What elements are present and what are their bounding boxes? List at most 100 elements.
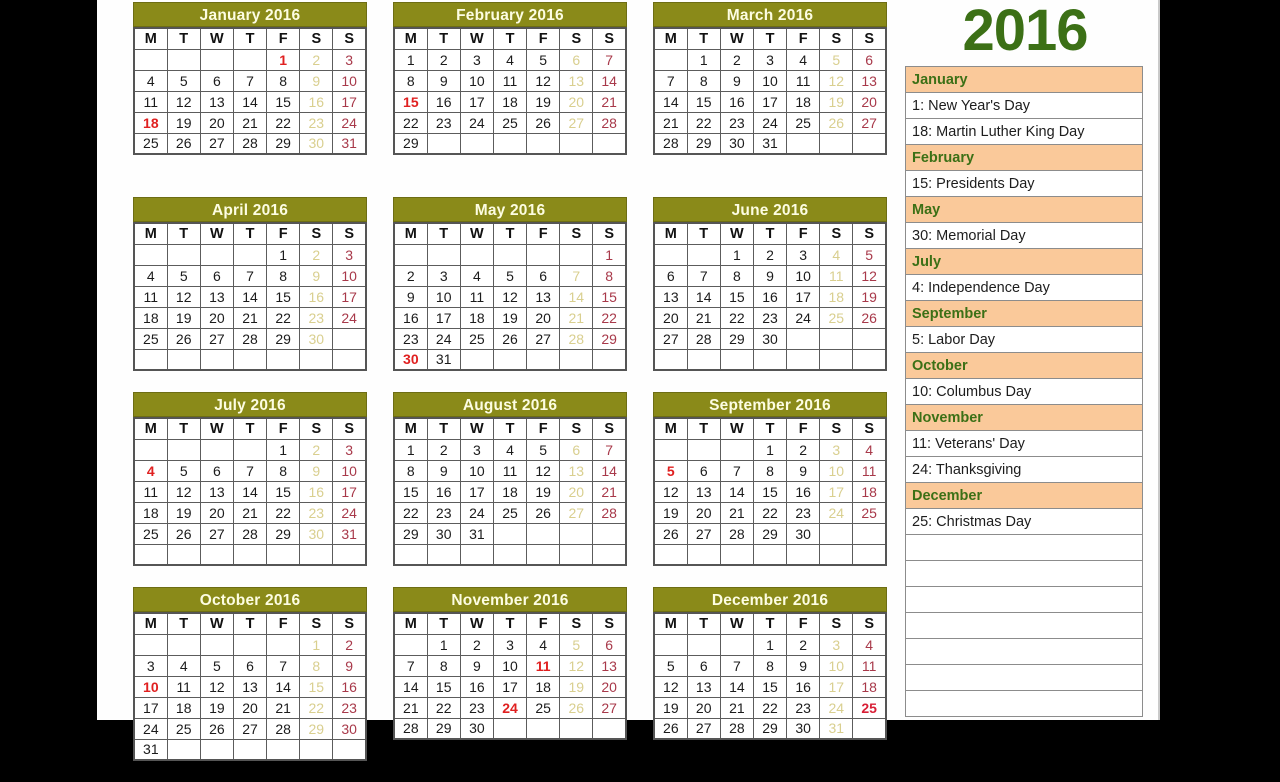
day-cell[interactable]: 4 <box>133 69 168 92</box>
day-cell[interactable]: 25 <box>133 327 168 350</box>
day-cell[interactable]: 23 <box>786 696 821 719</box>
day-cell[interactable]: 25 <box>133 132 168 155</box>
day-cell[interactable]: 11 <box>786 69 821 92</box>
day-cell[interactable]: 6 <box>852 48 887 71</box>
day-cell[interactable]: 11 <box>459 285 494 308</box>
day-cell[interactable]: 4 <box>492 48 528 71</box>
day-cell[interactable]: 14 <box>266 675 301 698</box>
day-cell[interactable]: 25 <box>459 327 494 350</box>
day-cell[interactable]: 12 <box>653 480 688 503</box>
day-cell[interactable]: 3 <box>786 243 821 266</box>
day-cell[interactable]: 29 <box>393 132 428 155</box>
day-cell[interactable]: 28 <box>559 327 594 350</box>
day-cell[interactable]: 22 <box>266 306 301 329</box>
day-cell[interactable]: 17 <box>492 675 528 698</box>
day-cell[interactable]: 16 <box>299 480 334 503</box>
holiday-entry[interactable]: 4: Independence Day <box>905 274 1143 301</box>
day-cell[interactable]: 11 <box>133 90 168 113</box>
day-cell[interactable]: 7 <box>232 69 268 92</box>
holiday-entry[interactable]: 10: Columbus Day <box>905 378 1143 405</box>
day-cell[interactable]: 29 <box>686 132 721 155</box>
day-cell[interactable]: 15 <box>393 480 428 503</box>
day-cell[interactable]: 22 <box>752 501 788 524</box>
day-cell[interactable]: 15 <box>752 675 788 698</box>
day-cell[interactable]: 29 <box>266 327 301 350</box>
day-cell[interactable]: 12 <box>819 69 854 92</box>
day-cell[interactable]: 13 <box>199 480 234 503</box>
day-cell[interactable]: 12 <box>526 69 561 92</box>
day-cell[interactable]: 27 <box>852 111 887 134</box>
day-cell[interactable]: 22 <box>752 696 788 719</box>
day-cell[interactable]: 7 <box>266 654 301 677</box>
day-cell[interactable]: 9 <box>332 654 367 677</box>
day-cell[interactable]: 25 <box>786 111 821 134</box>
day-cell[interactable]: 6 <box>592 633 627 656</box>
day-cell[interactable]: 2 <box>786 633 821 656</box>
day-cell[interactable]: 24 <box>752 111 788 134</box>
day-cell[interactable]: 8 <box>719 264 754 287</box>
day-cell[interactable]: 4 <box>819 243 854 266</box>
day-cell[interactable]: 5 <box>492 264 528 287</box>
day-cell[interactable]: 22 <box>426 696 461 719</box>
day-cell[interactable]: 16 <box>426 480 461 503</box>
day-cell[interactable]: 20 <box>852 90 887 113</box>
day-cell[interactable]: 6 <box>653 264 688 287</box>
day-cell-holiday[interactable]: 25 <box>852 696 887 719</box>
day-cell[interactable]: 10 <box>332 264 367 287</box>
day-cell[interactable]: 30 <box>299 327 334 350</box>
day-cell[interactable]: 8 <box>299 654 334 677</box>
day-cell[interactable]: 16 <box>459 675 494 698</box>
day-cell[interactable]: 4 <box>852 633 887 656</box>
day-cell[interactable]: 27 <box>686 522 721 545</box>
day-cell[interactable]: 31 <box>426 348 461 371</box>
day-cell[interactable]: 7 <box>559 264 594 287</box>
day-cell[interactable]: 4 <box>852 438 887 461</box>
day-cell[interactable]: 8 <box>426 654 461 677</box>
day-cell[interactable]: 29 <box>266 132 301 155</box>
day-cell[interactable]: 6 <box>199 69 234 92</box>
day-cell[interactable]: 7 <box>719 459 754 482</box>
day-cell[interactable]: 16 <box>786 675 821 698</box>
day-cell[interactable]: 15 <box>686 90 721 113</box>
day-cell[interactable]: 13 <box>526 285 561 308</box>
day-cell[interactable]: 10 <box>492 654 528 677</box>
day-cell[interactable]: 29 <box>592 327 627 350</box>
day-cell[interactable]: 1 <box>426 633 461 656</box>
day-cell[interactable]: 27 <box>686 717 721 740</box>
day-cell[interactable]: 4 <box>133 264 168 287</box>
day-cell[interactable]: 10 <box>332 459 367 482</box>
day-cell[interactable]: 21 <box>266 696 301 719</box>
day-cell[interactable]: 27 <box>199 132 234 155</box>
day-cell[interactable]: 17 <box>332 285 367 308</box>
day-cell[interactable]: 31 <box>819 717 854 740</box>
day-cell[interactable]: 3 <box>332 438 367 461</box>
day-cell[interactable]: 8 <box>752 654 788 677</box>
day-cell[interactable]: 4 <box>786 48 821 71</box>
day-cell[interactable]: 10 <box>819 654 854 677</box>
day-cell[interactable]: 9 <box>752 264 788 287</box>
day-cell[interactable]: 24 <box>332 501 367 524</box>
day-cell[interactable]: 26 <box>166 327 201 350</box>
day-cell[interactable]: 10 <box>426 285 461 308</box>
day-cell[interactable]: 18 <box>133 501 168 524</box>
day-cell[interactable]: 26 <box>526 111 561 134</box>
day-cell[interactable]: 12 <box>653 675 688 698</box>
day-cell[interactable]: 20 <box>653 306 688 329</box>
day-cell[interactable]: 21 <box>559 306 594 329</box>
day-cell[interactable]: 23 <box>299 111 334 134</box>
day-cell[interactable]: 13 <box>686 480 721 503</box>
day-cell[interactable]: 23 <box>426 111 461 134</box>
day-cell[interactable]: 5 <box>653 654 688 677</box>
day-cell-holiday[interactable]: 15 <box>393 90 428 113</box>
day-cell[interactable]: 25 <box>133 522 168 545</box>
day-cell[interactable]: 2 <box>299 243 334 266</box>
day-cell[interactable]: 13 <box>653 285 688 308</box>
day-cell[interactable]: 18 <box>166 696 201 719</box>
day-cell[interactable]: 3 <box>459 438 494 461</box>
day-cell[interactable]: 4 <box>526 633 561 656</box>
day-cell[interactable]: 9 <box>299 69 334 92</box>
day-cell[interactable]: 11 <box>819 264 854 287</box>
day-cell[interactable]: 22 <box>686 111 721 134</box>
day-cell[interactable]: 30 <box>752 327 788 350</box>
day-cell[interactable]: 1 <box>266 243 301 266</box>
